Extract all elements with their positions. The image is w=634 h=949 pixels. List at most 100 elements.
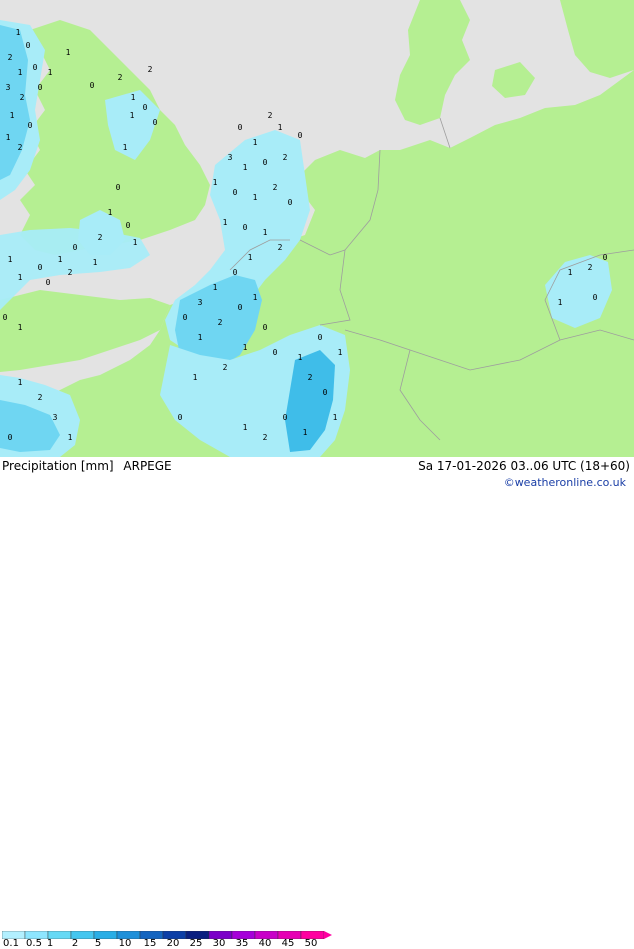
precipitation-value-label: 1 <box>131 93 136 102</box>
precipitation-value-label: 1 <box>18 378 23 387</box>
precipitation-value-label: 2 <box>273 183 278 192</box>
legend-tick-label: 2 <box>71 938 79 949</box>
legend-tick-label: 5 <box>94 938 102 949</box>
precipitation-value-label: 1 <box>108 208 113 217</box>
precipitation-value-label: 2 <box>148 65 153 74</box>
precipitation-value-label: 1 <box>568 268 573 277</box>
precipitation-value-label: 1 <box>193 373 198 382</box>
precipitation-value-label: 1 <box>133 238 138 247</box>
precipitation-value-label: 3 <box>228 153 233 162</box>
precipitation-value-label: 1 <box>248 253 253 262</box>
precipitation-value-label: 0 <box>8 433 13 442</box>
precipitation-value-label: 3 <box>53 413 58 422</box>
precipitation-value-label: 0 <box>3 313 8 322</box>
map-title-text: Precipitation [mm] <box>2 459 114 473</box>
precipitation-value-label: 1 <box>333 413 338 422</box>
precipitation-value-label: 2 <box>283 153 288 162</box>
precipitation-value-label: 0 <box>273 348 278 357</box>
legend-tick-label: 35 <box>235 938 249 949</box>
precipitation-value-label: 2 <box>20 93 25 102</box>
precipitation-value-label: 0 <box>593 293 598 302</box>
legend-overflow-arrow <box>324 931 332 939</box>
precipitation-value-label: 2 <box>68 268 73 277</box>
precipitation-value-label: 1 <box>223 218 228 227</box>
legend-tick-label: 1 <box>46 938 54 949</box>
precipitation-value-label: 1 <box>130 111 135 120</box>
map-canvas: 1021032101201102101012010120101102101012… <box>0 0 634 457</box>
precipitation-value-label: 1 <box>68 433 73 442</box>
precipitation-value-label: 2 <box>18 143 23 152</box>
precipitation-value-label: 1 <box>123 143 128 152</box>
precipitation-value-label: 1 <box>66 48 71 57</box>
precipitation-value-label: 1 <box>6 133 11 142</box>
precipitation-value-label: 2 <box>118 73 123 82</box>
legend-tick-label: 40 <box>258 938 272 949</box>
precipitation-value-label: 0 <box>238 303 243 312</box>
precipitation-value-label: 1 <box>18 68 23 77</box>
precipitation-value-label: 3 <box>6 83 11 92</box>
legend-tick-label: 20 <box>166 938 180 949</box>
precipitation-value-label: 1 <box>338 348 343 357</box>
precipitation-value-label: 1 <box>278 123 283 132</box>
precipitation-value-label: 0 <box>153 118 158 127</box>
precipitation-value-label: 0 <box>178 413 183 422</box>
legend-footer: Precipitation [mm] ARPEGE Sa 17-01-2026 … <box>0 457 634 949</box>
precipitation-value-label: 0 <box>243 223 248 232</box>
precipitation-value-label: 1 <box>243 343 248 352</box>
precipitation-value-label: 0 <box>298 131 303 140</box>
precipitation-value-label: 3 <box>198 298 203 307</box>
precipitation-value-label: 0 <box>233 268 238 277</box>
precipitation-value-label: 2 <box>278 243 283 252</box>
precipitation-value-label: 2 <box>218 318 223 327</box>
model-name: ARPEGE <box>123 459 172 473</box>
precipitation-value-label: 1 <box>253 293 258 302</box>
precipitation-value-label: 1 <box>58 255 63 264</box>
precipitation-value-label: 1 <box>10 111 15 120</box>
precipitation-value-label: 2 <box>263 433 268 442</box>
legend-tick-label: 45 <box>281 938 295 949</box>
precipitation-value-label: 1 <box>198 333 203 342</box>
precipitation-value-label: 0 <box>323 388 328 397</box>
precipitation-value-label: 0 <box>46 278 51 287</box>
precipitation-value-label: 2 <box>98 233 103 242</box>
legend-tick-label: 0.5 <box>26 938 42 949</box>
precipitation-value-label: 2 <box>8 53 13 62</box>
precipitation-value-label: 1 <box>93 258 98 267</box>
precipitation-value-label: 0 <box>603 253 608 262</box>
precipitation-value-label: 0 <box>126 221 131 230</box>
precipitation-value-label: 1 <box>243 163 248 172</box>
precipitation-value-label: 1 <box>253 193 258 202</box>
legend-tick-label: 0.1 <box>3 938 19 949</box>
precipitation-value-label: 0 <box>283 413 288 422</box>
precipitation-value-label: 2 <box>308 373 313 382</box>
map-title: Precipitation [mm] ARPEGE <box>2 459 172 473</box>
precipitation-value-label: 1 <box>16 28 21 37</box>
precipitation-value-label: 1 <box>213 178 218 187</box>
precipitation-value-label: 1 <box>8 255 13 264</box>
precipitation-value-label: 0 <box>116 183 121 192</box>
precipitation-value-label: 2 <box>268 111 273 120</box>
precipitation-value-label: 0 <box>183 313 188 322</box>
legend-tick-label: 10 <box>118 938 132 949</box>
precipitation-value-label: 0 <box>318 333 323 342</box>
precipitation-value-label: 1 <box>298 353 303 362</box>
precipitation-value-label: 1 <box>18 323 23 332</box>
precipitation-value-label: 1 <box>253 138 258 147</box>
precipitation-value-label: 0 <box>38 263 43 272</box>
precipitation-value-label: 0 <box>33 63 38 72</box>
precipitation-value-label: 1 <box>303 428 308 437</box>
precipitation-value-label: 0 <box>238 123 243 132</box>
legend-tick-label: 25 <box>189 938 203 949</box>
legend-tick-label: 50 <box>304 938 318 949</box>
legend-tick-label: 15 <box>143 938 157 949</box>
precipitation-value-label: 1 <box>243 423 248 432</box>
precipitation-value-label: 1 <box>213 283 218 292</box>
legend-tick-label: 30 <box>212 938 226 949</box>
precipitation-value-label: 0 <box>90 81 95 90</box>
precipitation-value-label: 1 <box>18 273 23 282</box>
precipitation-value-label: 0 <box>233 188 238 197</box>
precipitation-value-label: 2 <box>588 263 593 272</box>
copyright-text: ©weatheronline.co.uk <box>503 476 626 489</box>
precipitation-value-label: 1 <box>48 68 53 77</box>
precipitation-value-label: 0 <box>26 41 31 50</box>
